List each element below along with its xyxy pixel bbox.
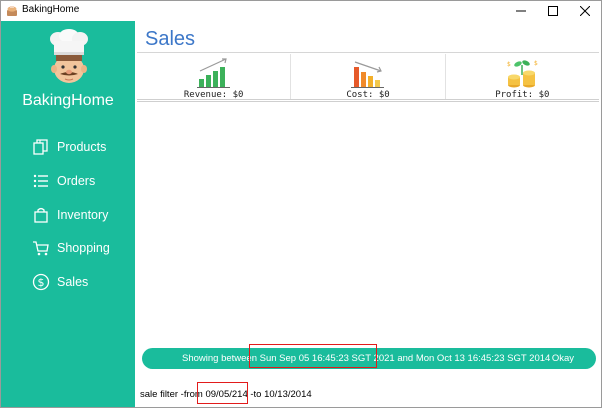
highlight-box-status-date: [249, 344, 377, 368]
profit-coins-icon: $ $: [507, 60, 538, 88]
filter-prefix: sale filter -from: [140, 389, 206, 400]
dollar-circle-icon: $: [31, 273, 51, 291]
revenue-label: Revenue: $0: [183, 90, 244, 100]
title-bar: BakingHome: [1, 1, 601, 21]
window-title: BakingHome: [22, 4, 80, 15]
sidebar-item-label: Products: [57, 140, 107, 154]
chef-avatar-icon: [50, 29, 88, 83]
filter-to-date: -to 10/13/2014: [247, 389, 312, 400]
sidebar-item-label: Orders: [57, 174, 96, 188]
revenue-card[interactable]: Revenue: $0: [137, 54, 292, 100]
cart-icon: [31, 239, 51, 257]
page-title: Sales: [145, 28, 196, 50]
maximize-icon: [548, 6, 558, 16]
sidebar-item-shopping[interactable]: Shopping: [31, 237, 110, 259]
sidebar-item-sales[interactable]: $ Sales: [31, 271, 88, 293]
sidebar-item-label: Sales: [57, 275, 89, 289]
title-divider: [137, 52, 599, 53]
status-to-date: and Mon Oct 13 16:45:23 SGT 2014: [394, 353, 551, 364]
app-icon: [7, 6, 17, 16]
status-prefix: Showing between: [182, 353, 260, 364]
close-icon: [580, 6, 590, 16]
cost-label: Cost: $0: [346, 90, 390, 100]
profit-card[interactable]: $ $ Profit: $0: [446, 54, 599, 100]
revenue-chart-icon: [196, 58, 230, 88]
svg-text:$: $: [534, 60, 538, 67]
app-window: BakingHome BakingHome Products Orders In…: [0, 0, 602, 408]
brand-name: BakingHome: [22, 92, 114, 109]
sidebar-item-products[interactable]: Products: [31, 136, 106, 158]
sidebar-item-label: Inventory: [57, 208, 109, 222]
sidebar-item-label: Shopping: [57, 241, 110, 255]
close-button[interactable]: [569, 1, 601, 21]
sidebar-item-orders[interactable]: Orders: [31, 170, 95, 192]
minimize-icon: [516, 10, 526, 12]
profit-label: Profit: $0: [495, 90, 550, 100]
maximize-button[interactable]: [537, 1, 569, 21]
bag-icon: [31, 206, 51, 224]
minimize-button[interactable]: [505, 1, 537, 21]
highlight-box-filter-date: [197, 382, 248, 404]
sidebar: BakingHome Products Orders Inventory Sho…: [1, 21, 135, 407]
svg-text:$: $: [38, 276, 45, 289]
summary-cards: Revenue: $0 Cost: $0 $ $ Profit: $0: [137, 54, 599, 102]
sidebar-item-inventory[interactable]: Inventory: [31, 204, 108, 226]
okay-button[interactable]: Okay: [552, 353, 574, 364]
cost-card[interactable]: Cost: $0: [291, 54, 446, 100]
svg-text:$: $: [507, 61, 511, 68]
products-icon: [31, 138, 51, 156]
cost-chart-icon: [350, 61, 384, 88]
list-icon: [31, 172, 51, 190]
